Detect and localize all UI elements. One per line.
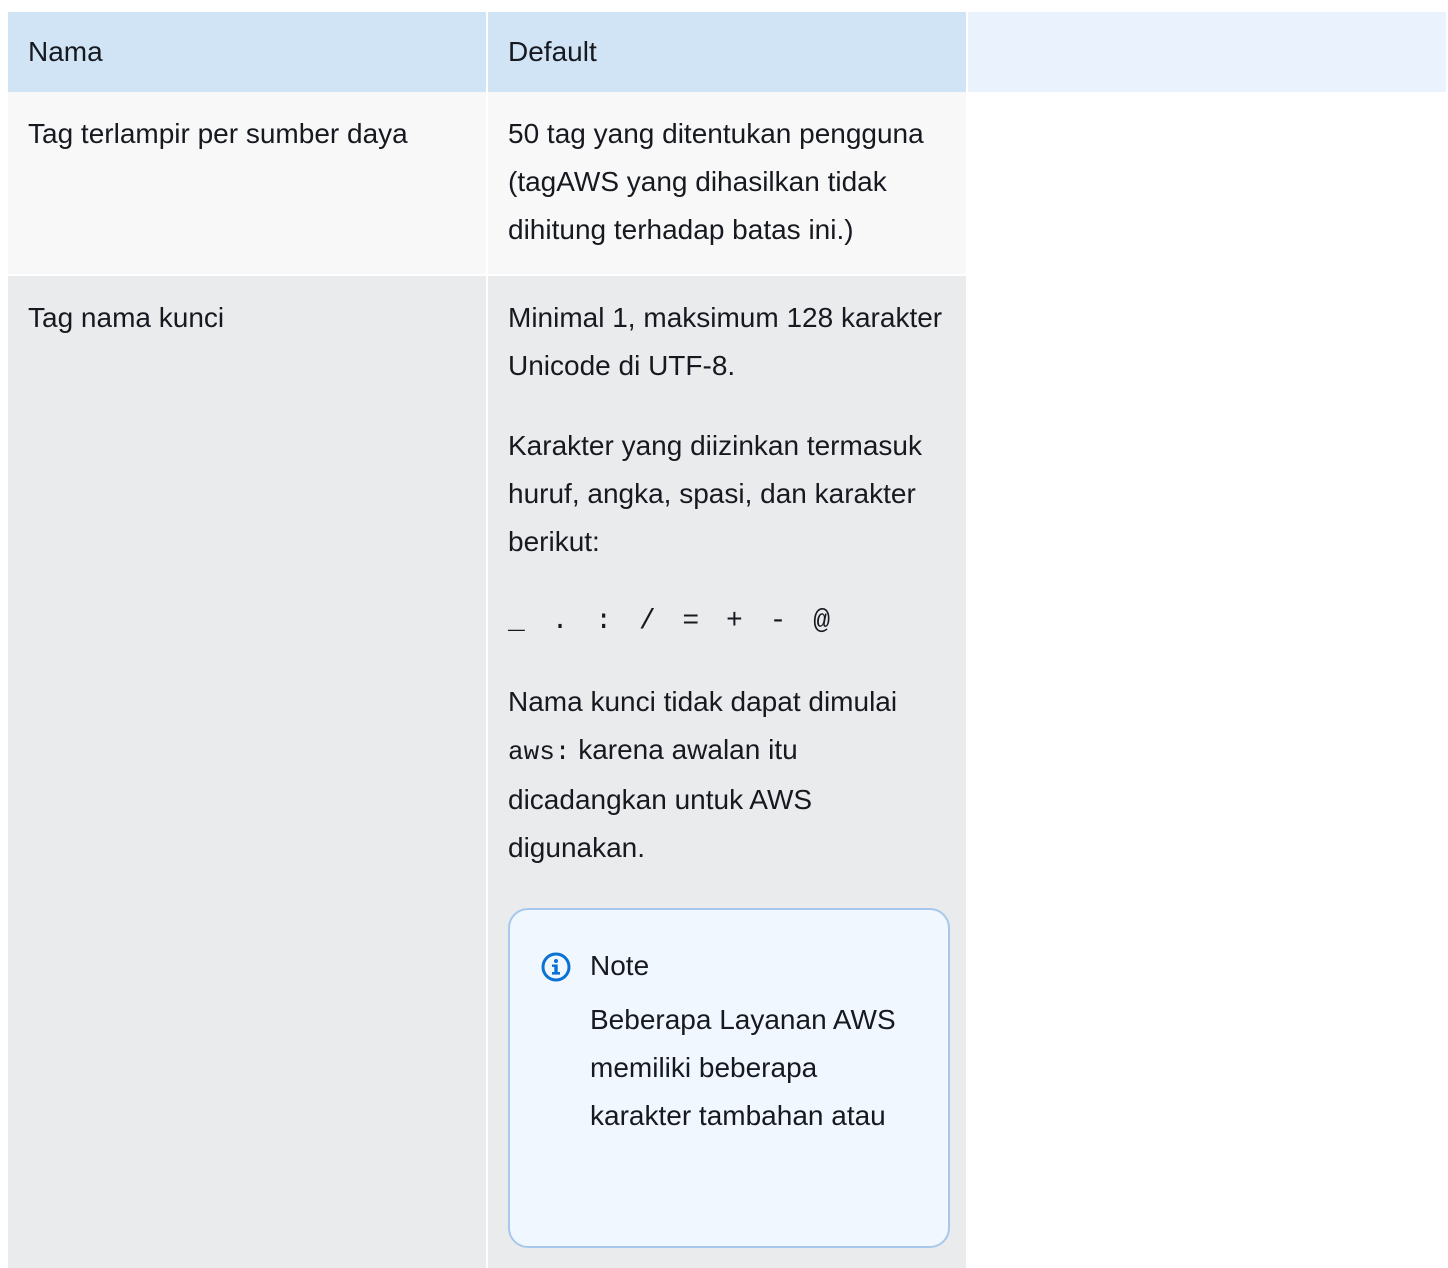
table-row: Tag terlampir per sumber daya 50 tag yan… (8, 92, 1446, 275)
info-icon (540, 950, 572, 982)
row-name-cell: Tag terlampir per sumber daya (8, 92, 488, 275)
prefix-rule-text: Nama kunci tidak dapat dimulai aws: kare… (508, 678, 946, 872)
limits-table-container: Nama Default Tag terlampir per sumber da… (8, 12, 1446, 1268)
tag-limits-table: Nama Default Tag terlampir per sumber da… (8, 12, 1446, 1268)
length-rule-text: Minimal 1, maksimum 128 karakter Unicode… (508, 302, 943, 381)
header-default: Default (487, 12, 968, 92)
header-extra (967, 12, 1446, 92)
prefix-text-before: Nama kunci tidak dapat dimulai (508, 686, 898, 717)
table-header-row: Nama Default (8, 12, 1446, 92)
row-blank-cell (967, 92, 1446, 275)
note-body: Beberapa Layanan AWS memiliki beberapa k… (590, 1004, 896, 1131)
allowed-chars-text: Karakter yang diizinkan termasuk huruf, … (508, 430, 922, 557)
note-header: Note (540, 942, 918, 990)
row-default-cell: 50 tag yang ditentukan pengguna (tagAWS … (487, 92, 968, 275)
prefix-code: aws: (508, 737, 571, 767)
table-row: Tag nama kunci Minimal 1, maksimum 128 k… (8, 274, 1446, 1268)
row-default-cell: Minimal 1, maksimum 128 karakter Unicode… (487, 274, 968, 1268)
note-callout: Note Beberapa Layanan AWS memiliki beber… (508, 908, 950, 1248)
header-nama: Nama (8, 12, 488, 92)
row-blank-cell (967, 274, 1446, 1268)
row-name-cell: Tag nama kunci (8, 274, 488, 1268)
allowed-chars-code: _ . : / = + - @ (508, 606, 831, 637)
note-title: Note (590, 950, 650, 981)
